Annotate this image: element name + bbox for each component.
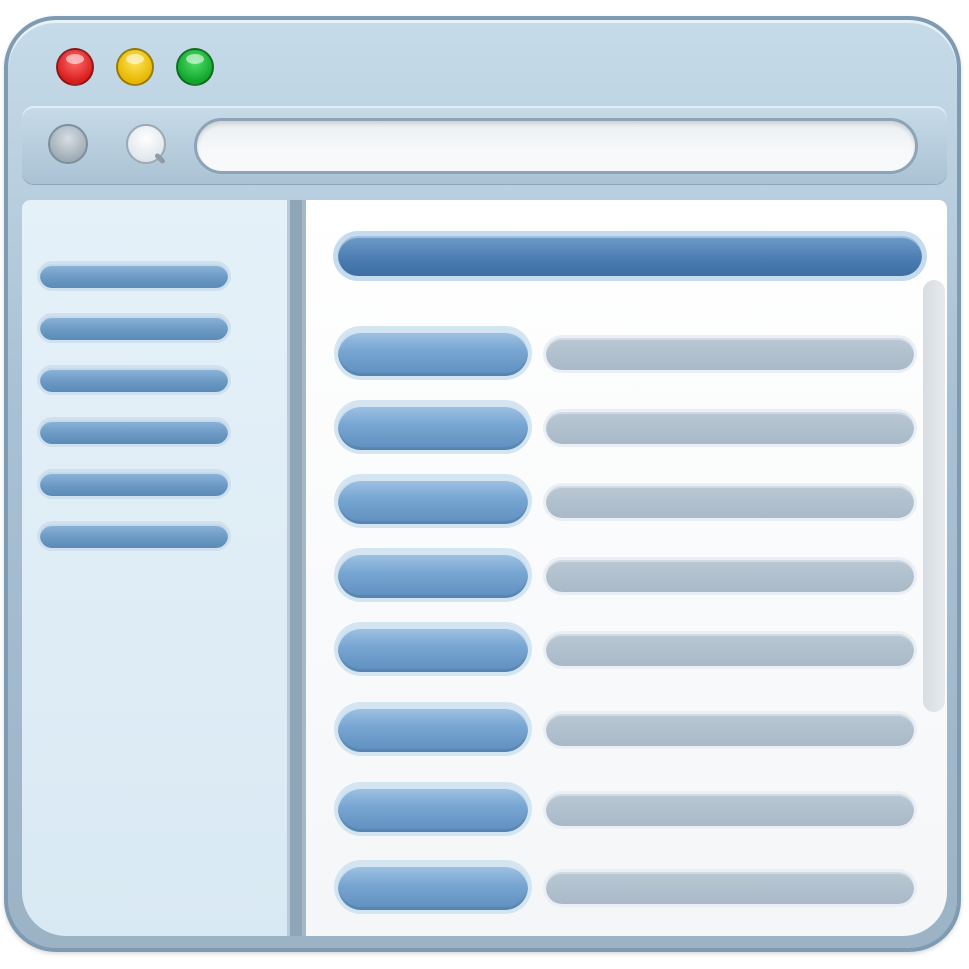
sidebar-item[interactable]: [40, 368, 228, 392]
row-button[interactable]: [338, 864, 528, 910]
row-field: [546, 714, 914, 746]
row-button[interactable]: [338, 552, 528, 598]
sidebar-item[interactable]: [40, 264, 228, 288]
magnifier-icon: [153, 152, 167, 165]
content-area: [22, 200, 947, 936]
row-field: [546, 412, 914, 444]
row-button[interactable]: [338, 626, 528, 672]
sidebar-item[interactable]: [40, 420, 228, 444]
row-button[interactable]: [338, 786, 528, 832]
back-button[interactable]: [48, 124, 88, 164]
scrollbar[interactable]: [923, 280, 945, 712]
row-field: [546, 486, 914, 518]
search-button[interactable]: [126, 124, 167, 165]
browser-window: [4, 16, 961, 952]
row-field: [546, 872, 914, 904]
main-panel: [302, 200, 947, 936]
maximize-button[interactable]: [176, 48, 214, 86]
row-button[interactable]: [338, 706, 528, 752]
row-field: [546, 794, 914, 826]
title-bar: [8, 20, 957, 108]
row-button[interactable]: [338, 478, 528, 524]
address-bar[interactable]: [194, 118, 918, 174]
minimize-button[interactable]: [116, 48, 154, 86]
header-bar: [338, 236, 922, 276]
sidebar-item[interactable]: [40, 316, 228, 340]
sidebar-item[interactable]: [40, 524, 228, 548]
row-button[interactable]: [338, 404, 528, 450]
row-field: [546, 560, 914, 592]
row-button[interactable]: [338, 330, 528, 376]
sidebar: [22, 200, 290, 936]
close-button[interactable]: [56, 48, 94, 86]
row-field: [546, 634, 914, 666]
toolbar: [22, 106, 947, 184]
sidebar-item[interactable]: [40, 472, 228, 496]
row-field: [546, 338, 914, 370]
